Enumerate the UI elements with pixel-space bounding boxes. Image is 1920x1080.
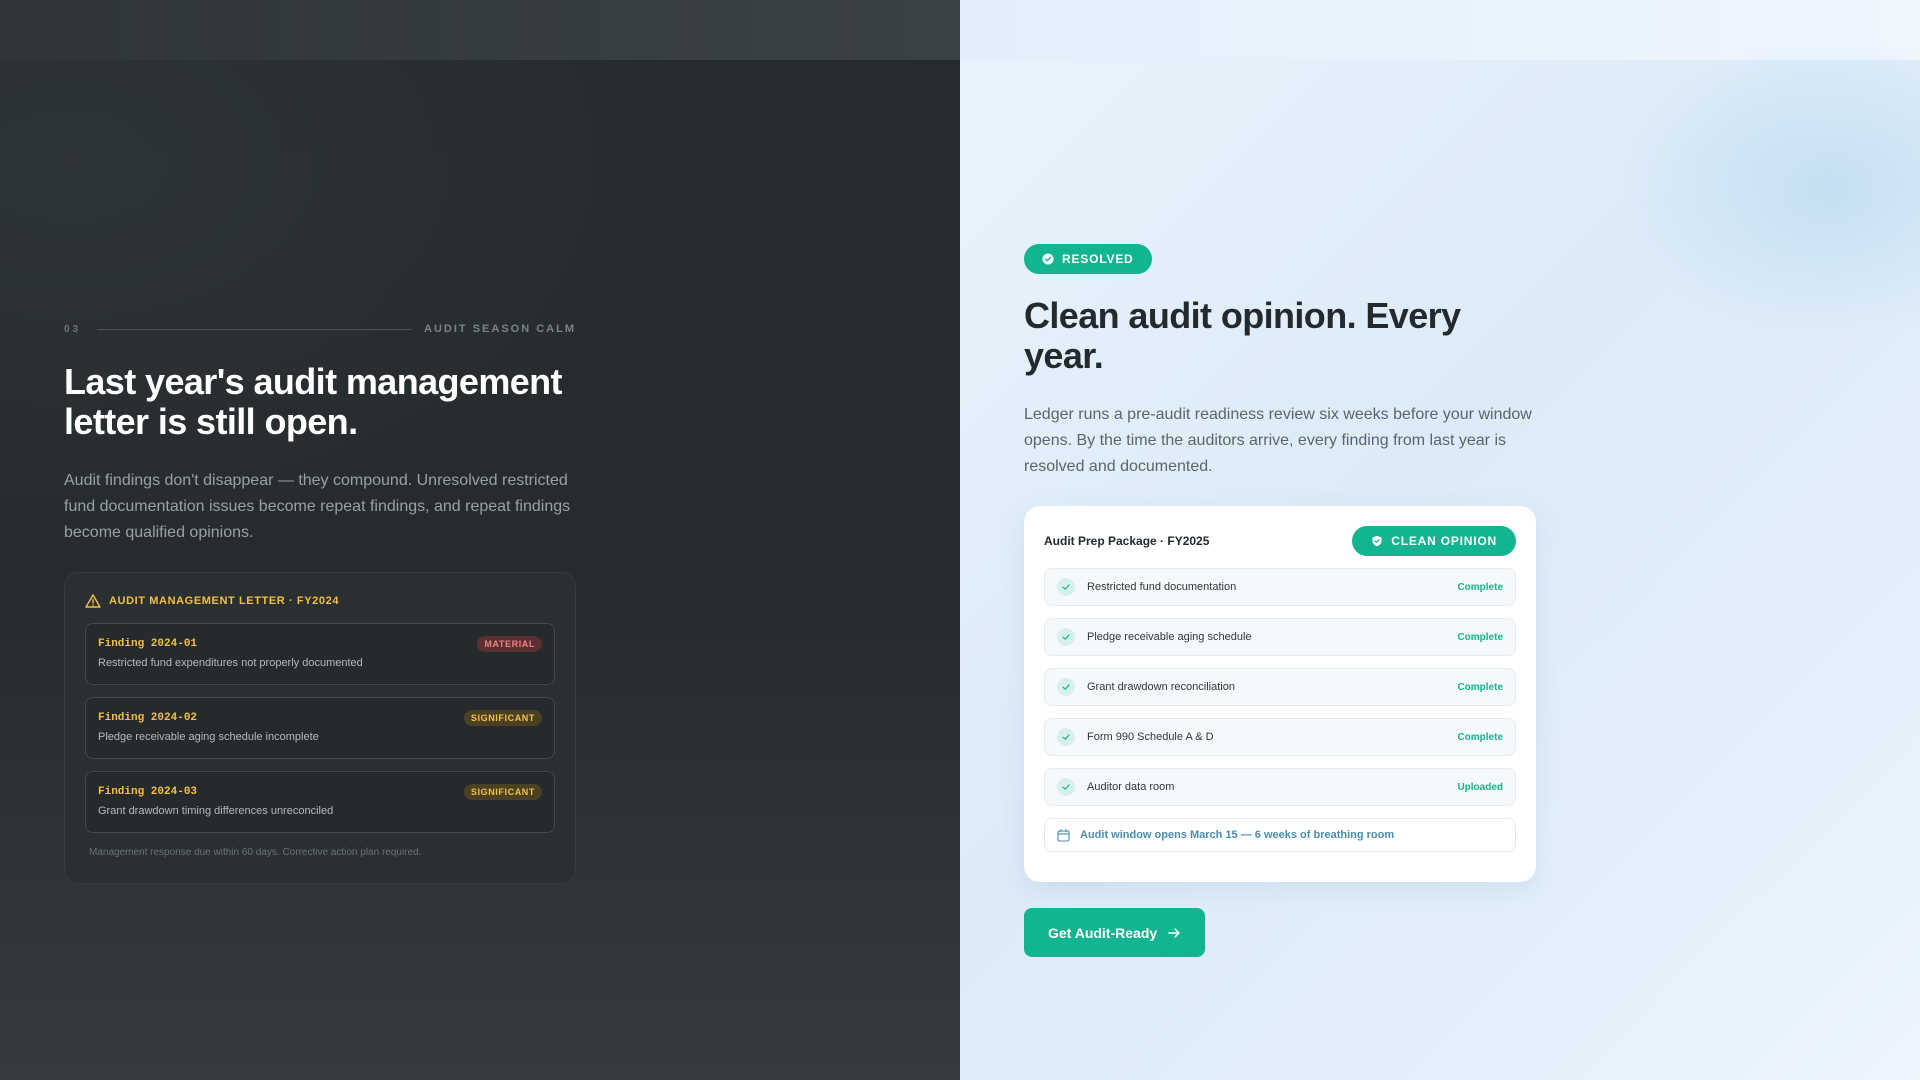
problem-title: Last year's audit management letter is s… [64, 361, 563, 442]
checklist-item-status: Complete [1457, 681, 1503, 693]
checklist-item-status: Complete [1457, 631, 1503, 643]
checklist-item: Restricted fund documentation Complete [1044, 568, 1516, 606]
audit-management-letter-card: AUDIT MANAGEMENT LETTER · FY2024 Finding… [64, 572, 576, 884]
check-icon [1057, 778, 1075, 796]
letter-footnote: Management response due within 60 days. … [89, 847, 422, 858]
calendar-icon [1057, 828, 1070, 842]
package-title: Audit Prep Package · FY2025 [1044, 534, 1210, 548]
problem-description: Audit findings don't disappear — they co… [64, 472, 571, 541]
top-bar [0, 0, 960, 60]
checklist-item: Auditor data room Uploaded [1044, 768, 1516, 806]
checklist-item-label: Pledge receivable aging schedule [1087, 631, 1252, 643]
check-circle-icon [1042, 253, 1054, 265]
clean-opinion-label: CLEAN OPINION [1391, 534, 1497, 548]
warning-icon [85, 594, 101, 608]
letter-header: AUDIT MANAGEMENT LETTER · FY2024 [85, 593, 555, 609]
arrow-right-icon [1168, 927, 1180, 938]
finding-description: Restricted fund expenditures not properl… [98, 657, 363, 669]
get-audit-ready-button[interactable]: Get Audit-Ready [1024, 908, 1206, 957]
check-icon [1057, 728, 1075, 746]
resolved-badge: RESOLVED [1024, 244, 1152, 274]
audit-window-note: Audit window opens March 15 — 6 weeks of… [1044, 818, 1516, 852]
finding-row: Finding 2024-03 Grant drawdown timing di… [85, 771, 555, 833]
checklist-item-status: Uploaded [1457, 781, 1503, 793]
finding-row: Finding 2024-01 Restricted fund expendit… [85, 623, 555, 685]
finding-description: Pledge receivable aging schedule incompl… [98, 731, 319, 743]
checklist-item: Grant drawdown reconciliation Complete [1044, 668, 1516, 706]
audit-window-text: Audit window opens March 15 — 6 weeks of… [1080, 829, 1395, 841]
audit-prep-package-card: Audit Prep Package · FY2025 CLEAN OPINIO… [1024, 506, 1536, 882]
clean-opinion-badge: CLEAN OPINION [1352, 526, 1516, 556]
severity-badge: SIGNIFICANT [463, 784, 542, 800]
resolved-label: RESOLVED [1062, 252, 1134, 266]
section-number: 03 [64, 323, 82, 335]
problem-panel: 03 AUDIT SEASON CALM Last year's audit m… [0, 0, 960, 1080]
checklist-item-label: Form 990 Schedule A & D [1087, 731, 1214, 743]
checklist-item-label: Grant drawdown reconciliation [1087, 681, 1235, 693]
finding-id: Finding 2024-01 [98, 638, 198, 650]
section-tag: AUDIT SEASON CALM [424, 323, 576, 335]
finding-row: Finding 2024-02 Pledge receivable aging … [85, 697, 555, 759]
checklist-item-label: Auditor data room [1087, 781, 1175, 793]
checklist-item-status: Complete [1457, 581, 1503, 593]
check-icon [1057, 628, 1075, 646]
problem-content: 03 AUDIT SEASON CALM Last year's audit m… [64, 322, 576, 884]
eyebrow-divider [97, 328, 413, 330]
check-icon [1057, 578, 1075, 596]
package-header: Audit Prep Package · FY2025 CLEAN OPINIO… [1044, 526, 1516, 556]
checklist-item: Pledge receivable aging schedule Complet… [1044, 618, 1516, 656]
checklist-item-label: Restricted fund documentation [1087, 581, 1237, 593]
solution-content: RESOLVED Clean audit opinion. Every year… [1024, 244, 1536, 957]
solution-panel: RESOLVED Clean audit opinion. Every year… [960, 0, 1920, 1080]
cta-label: Get Audit-Ready [1048, 924, 1158, 941]
checklist-item: Form 990 Schedule A & D Complete [1044, 718, 1516, 756]
severity-badge: SIGNIFICANT [463, 710, 542, 726]
solution-description: Ledger runs a pre-audit readiness review… [1024, 406, 1532, 475]
checklist-item-status: Complete [1457, 731, 1503, 743]
finding-description: Grant drawdown timing differences unreco… [98, 805, 334, 817]
solution-title: Clean audit opinion. Every year. [1024, 295, 1461, 376]
severity-badge: MATERIAL [477, 636, 542, 652]
shield-icon [1372, 535, 1382, 547]
check-icon [1057, 678, 1075, 696]
letter-title: AUDIT MANAGEMENT LETTER · FY2024 [109, 595, 340, 607]
section-eyebrow: 03 AUDIT SEASON CALM [64, 322, 576, 336]
